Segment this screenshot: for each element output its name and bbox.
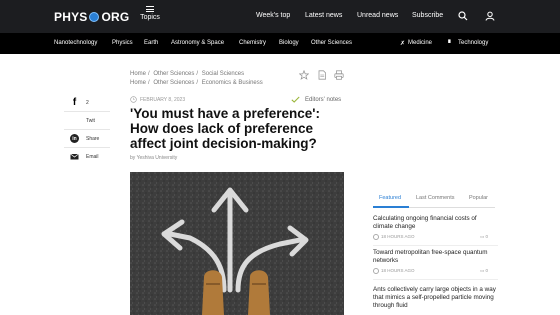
linkedin-share[interactable]: in Share	[64, 130, 110, 148]
tab-last-comments[interactable]: Last Comments	[416, 195, 455, 201]
publish-date: FEBRUARY 8, 2023	[140, 97, 186, 103]
list-item[interactable]: Calculating ongoing financial costs of c…	[373, 215, 498, 246]
subscribe-link[interactable]: Subscribe	[412, 12, 443, 19]
news-title[interactable]: Toward metropolitan free-space quantum n…	[373, 249, 498, 265]
breadcrumb: Home / Other Sciences / Social Sciences	[130, 71, 245, 77]
unread-news-link[interactable]: Unread news	[357, 12, 398, 19]
news-meta: 18 HOURS AGO ▭ 0	[373, 233, 498, 243]
breadcrumb-other-sciences[interactable]: Other Sciences	[153, 80, 194, 86]
linkedin-label: Share	[86, 136, 100, 142]
star-icon[interactable]	[299, 70, 309, 80]
news-meta: 18 HOURS AGO ▭ 0	[373, 267, 498, 277]
sidebar-tabs: Featured Last Comments Popular	[373, 192, 495, 208]
linkedin-icon: in	[70, 134, 79, 143]
globe-icon	[89, 12, 100, 22]
latest-news-link[interactable]: Latest news	[305, 12, 342, 19]
twitter-share[interactable]: Twit	[64, 112, 110, 130]
checkmark-icon	[291, 96, 300, 103]
article-author: by Yeshiva University	[130, 155, 178, 161]
twitter-label: Twit	[86, 118, 95, 124]
site-logo[interactable]: PHYS ORG	[54, 10, 129, 24]
editors-notes-link[interactable]: Editors' notes	[305, 97, 341, 103]
comment-count: 0	[485, 268, 488, 273]
nav-astronomy-space[interactable]: Astronomy & Space	[171, 40, 224, 46]
tab-popular[interactable]: Popular	[469, 195, 488, 201]
nav-physics[interactable]: Physics	[112, 40, 133, 46]
nav-medicine[interactable]: Medicine	[408, 40, 432, 46]
clock-icon	[130, 96, 137, 103]
breadcrumb-home[interactable]: Home	[130, 71, 146, 77]
print-icon[interactable]	[334, 70, 344, 80]
logo-left-text: PHYS	[54, 10, 88, 24]
breadcrumb: Home / Other Sciences / Economics & Busine…	[130, 80, 263, 86]
nav-nanotechnology[interactable]: Nanotechnology	[54, 40, 97, 46]
category-nav: Nanotechnology Physics Earth Astronomy &…	[0, 33, 560, 54]
comments-icon: ▭ 0	[479, 234, 488, 239]
tab-featured[interactable]: Featured	[379, 195, 401, 201]
clock-icon	[373, 267, 379, 274]
comments-icon: ▭ 0	[479, 268, 488, 273]
pdf-icon[interactable]	[317, 70, 327, 80]
news-time: 18 HOURS AGO	[381, 268, 415, 273]
facebook-icon: f	[72, 97, 77, 108]
email-share[interactable]: Email	[64, 148, 110, 166]
breadcrumb-economics-business[interactable]: Economics & Business	[202, 80, 263, 86]
topics-menu-button[interactable]: Topics	[138, 6, 162, 21]
article-title: 'You must have a preference': How does l…	[130, 106, 320, 151]
technology-icon: ▝	[446, 41, 451, 47]
active-tab-indicator	[373, 206, 409, 208]
top-bar: PHYS ORG Topics Week's top Latest news U…	[0, 0, 560, 33]
divider	[373, 245, 498, 246]
nav-technology[interactable]: Technology	[458, 40, 488, 46]
news-title[interactable]: Ants collectively carry large objects in…	[373, 286, 498, 310]
facebook-count: 2	[86, 100, 89, 106]
logo-right-text: ORG	[101, 10, 130, 24]
comment-count: 0	[485, 234, 488, 239]
article-hero-image	[130, 172, 344, 315]
breadcrumb-other-sciences[interactable]: Other Sciences	[153, 71, 194, 77]
nav-biology[interactable]: Biology	[279, 40, 299, 46]
facebook-share[interactable]: f 2	[64, 94, 110, 112]
news-time: 18 HOURS AGO	[381, 234, 415, 239]
hamburger-icon	[146, 6, 154, 12]
breadcrumb-social-sciences[interactable]: Social Sciences	[202, 71, 244, 77]
list-item[interactable]: Toward metropolitan free-space quantum n…	[373, 249, 498, 280]
clock-icon	[373, 233, 379, 240]
email-label: Email	[86, 154, 99, 160]
breadcrumb-home[interactable]: Home	[130, 80, 146, 86]
nav-chemistry[interactable]: Chemistry	[239, 40, 266, 46]
user-icon[interactable]	[485, 11, 495, 21]
news-title[interactable]: Calculating ongoing financial costs of c…	[373, 215, 498, 231]
share-column: f 2 Twit in Share Email	[64, 94, 110, 166]
weeks-top-link[interactable]: Week's top	[256, 12, 290, 19]
topics-label: Topics	[140, 14, 160, 21]
medicine-icon: ✗	[400, 41, 406, 47]
divider	[373, 279, 498, 280]
search-icon[interactable]	[458, 11, 468, 21]
email-icon	[70, 153, 79, 160]
list-item[interactable]: Ants collectively carry large objects in…	[373, 286, 498, 310]
nav-earth[interactable]: Earth	[144, 40, 158, 46]
nav-other-sciences[interactable]: Other Sciences	[311, 40, 352, 46]
